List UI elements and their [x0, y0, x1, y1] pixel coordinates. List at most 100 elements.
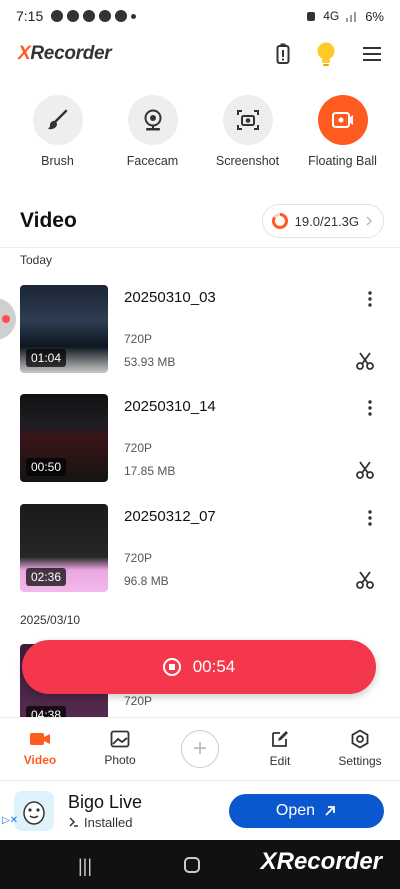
floating-ball[interactable]	[0, 298, 16, 340]
logo-text: Recorder	[30, 43, 112, 64]
watermark-text: Recorder	[276, 848, 382, 875]
more-vertical-icon[interactable]	[368, 510, 372, 526]
bottom-nav: Video Photo + Edit Settings	[0, 717, 400, 779]
tool-facecam[interactable]: Facecam	[107, 95, 199, 168]
nav-add[interactable]: +	[160, 718, 240, 779]
status-right: 4G 6%	[305, 9, 384, 24]
date-group-label: 2025/03/10	[20, 613, 81, 627]
arrow-up-right-icon	[325, 805, 335, 816]
brush-icon	[47, 109, 67, 130]
home-icon[interactable]	[184, 856, 200, 873]
ad-banner[interactable]: ▷✕ Bigo Live Installed Open	[0, 780, 400, 840]
nav-edit[interactable]: Edit	[240, 718, 320, 779]
tool-label: Brush	[41, 154, 74, 168]
video-duration: 00:50	[26, 458, 67, 476]
network-label: 4G	[323, 9, 340, 23]
nav-photo[interactable]: Photo	[80, 718, 160, 779]
video-thumbnail[interactable]: 02:36	[20, 504, 108, 592]
tool-floating-ball[interactable]: Floating Ball	[297, 95, 389, 168]
tools-row: Brush Facecam Screenshot Floating Ball	[0, 95, 400, 168]
video-size: 53.93 MB	[124, 355, 176, 369]
ad-title: Bigo Live	[68, 791, 143, 812]
more-vertical-icon[interactable]	[368, 291, 372, 307]
photo-icon	[110, 730, 130, 748]
chevron-right-icon	[366, 216, 373, 226]
notification-icons	[51, 10, 137, 22]
video-resolution: 720P	[124, 694, 153, 708]
alarm-icon	[307, 12, 316, 21]
messenger-icon	[51, 10, 64, 22]
stop-icon	[162, 658, 181, 676]
nav-label: Settings	[338, 754, 382, 768]
video-item[interactable]: 01:04 20250310_03 720P 53.93 MB	[20, 285, 384, 377]
video-item[interactable]: 00:50 20250310_14 720P 17.85 MB	[20, 394, 384, 486]
thumbnail-art	[28, 329, 100, 345]
record-icon	[331, 112, 353, 128]
plus-icon: +	[181, 729, 219, 768]
menu-icon[interactable]	[362, 46, 382, 62]
video-thumbnail[interactable]: 00:50	[20, 394, 108, 482]
storage-indicator[interactable]: 19.0/21.3G	[261, 204, 384, 238]
brush-button[interactable]	[32, 95, 83, 145]
video-item[interactable]: 02:36 20250312_07 720P 96.8 MB	[20, 504, 384, 596]
logo-x: X	[18, 43, 31, 64]
watermark: XRecorder	[261, 848, 382, 876]
battery-tip-icon[interactable]	[276, 43, 290, 65]
lightbulb-icon[interactable]	[316, 41, 336, 67]
battery-percent: 6%	[365, 8, 384, 24]
tool-brush[interactable]: Brush	[12, 95, 104, 168]
floating-ball-button[interactable]	[317, 95, 368, 145]
video-duration: 04:38	[26, 706, 67, 717]
record-dot-icon	[2, 315, 10, 323]
bigo-live-app-icon[interactable]	[14, 790, 54, 831]
nav-video[interactable]: Video	[0, 718, 80, 779]
recording-timer: 00:54	[192, 657, 236, 676]
tool-screenshot[interactable]: Screenshot	[202, 95, 294, 168]
facecam-button[interactable]	[127, 95, 178, 145]
settings-icon	[351, 729, 369, 749]
tool-label: Screenshot	[215, 154, 280, 168]
recording-stop-button[interactable]: 00:54	[22, 640, 376, 694]
adchoices-icon[interactable]: ▷✕	[2, 815, 18, 826]
video-resolution: 720P	[124, 441, 153, 455]
tool-label: Facecam	[126, 154, 179, 168]
camera-icon	[236, 110, 259, 130]
video-resolution: 720P	[124, 551, 153, 565]
scissors-icon[interactable]	[356, 571, 374, 589]
nav-settings[interactable]: Settings	[320, 718, 400, 779]
recents-icon[interactable]: |||	[78, 856, 102, 876]
status-bar: 7:15 4G 6%	[0, 0, 400, 32]
dot-icon	[131, 13, 137, 19]
video-size: 96.8 MB	[124, 574, 169, 588]
ad-subtitle-text: Installed	[84, 814, 133, 830]
video-duration: 02:36	[26, 568, 67, 586]
storage-text: 19.0/21.3G	[294, 213, 359, 229]
video-section-header: Video 19.0/21.3G	[20, 203, 384, 239]
app-header: XRecorder	[0, 32, 400, 76]
scissors-icon[interactable]	[356, 461, 374, 479]
ad-subtitle: Installed	[68, 815, 142, 830]
alert-icon	[83, 10, 96, 22]
app-logo: XRecorder	[18, 43, 112, 65]
installed-icon	[69, 817, 78, 827]
storage-ring-icon	[271, 213, 288, 229]
video-name: 20250310_03	[124, 289, 216, 306]
video-resolution: 720P	[124, 332, 153, 346]
ad-open-label: Open	[275, 801, 316, 819]
nav-label: Edit	[269, 754, 291, 768]
video-camera-icon	[30, 733, 50, 745]
video-thumbnail[interactable]: 01:04	[20, 285, 108, 373]
screenshot-button[interactable]	[222, 95, 273, 145]
webcam-icon	[144, 109, 161, 131]
messenger-icon	[67, 10, 80, 22]
scissors-icon[interactable]	[356, 352, 374, 370]
edit-icon	[272, 731, 288, 747]
ad-open-button[interactable]: Open	[229, 793, 384, 828]
video-name: 20250310_14	[124, 398, 216, 415]
watermark-x: X	[260, 848, 277, 875]
system-nav-bar: ||| XRecorder	[0, 840, 400, 889]
video-duration: 01:04	[26, 349, 67, 367]
date-group-label: Today	[20, 253, 53, 267]
more-vertical-icon[interactable]	[368, 400, 372, 416]
divider	[0, 247, 400, 248]
